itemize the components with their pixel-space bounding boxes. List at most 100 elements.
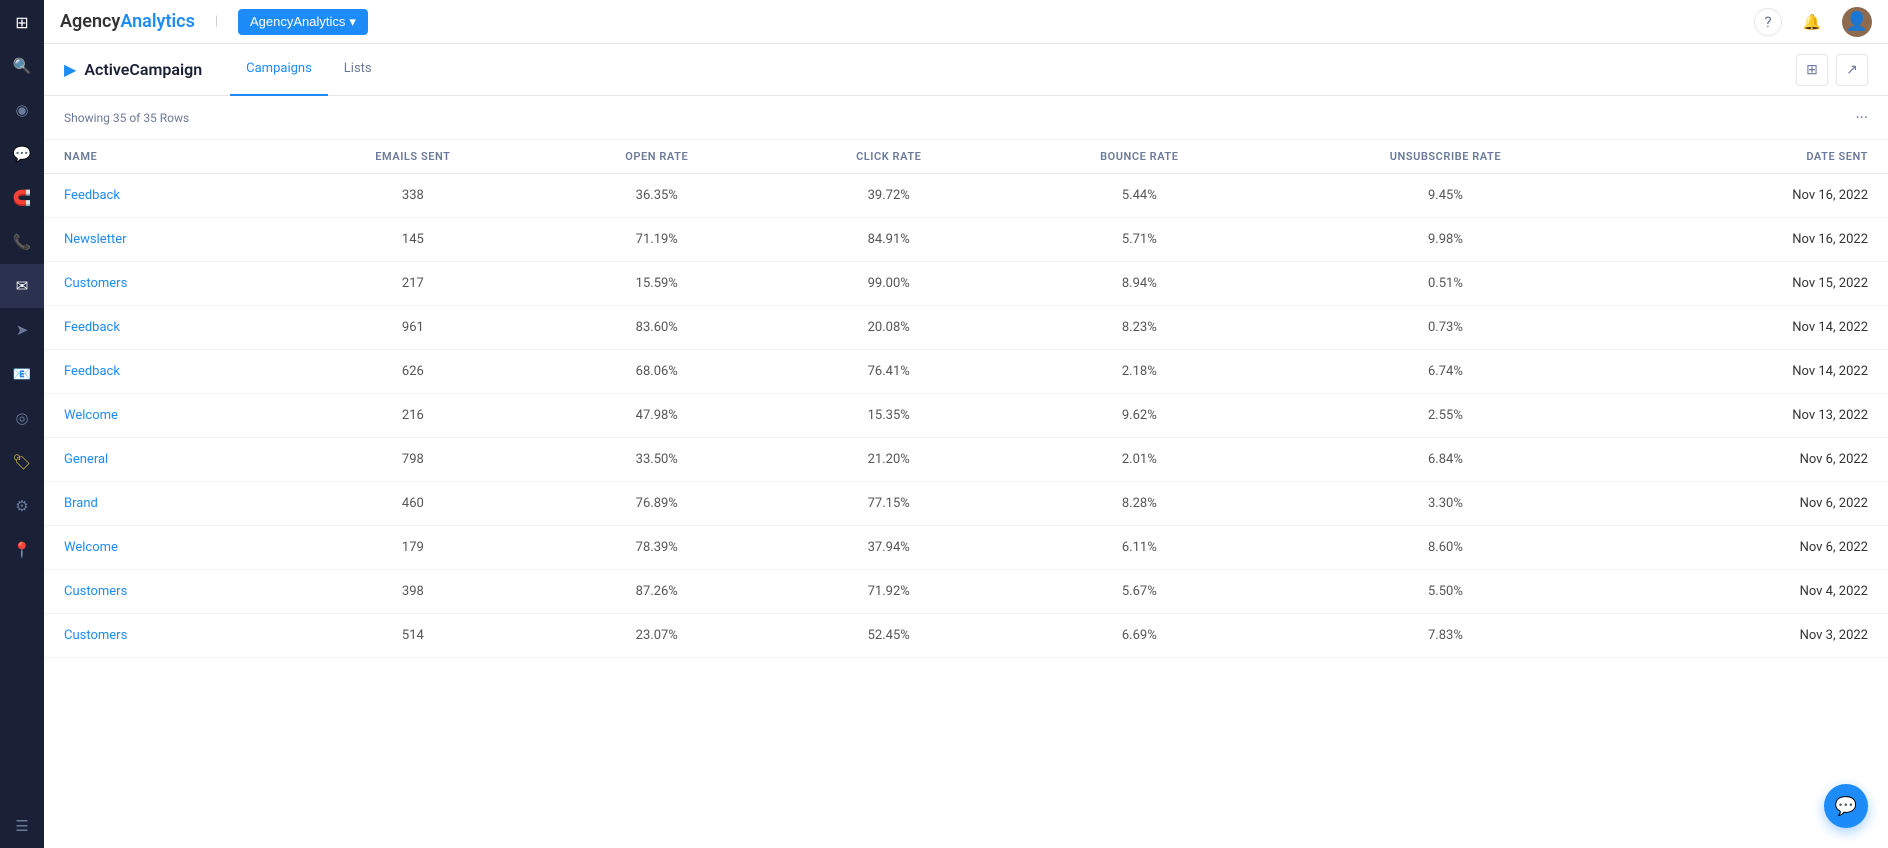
grid-view-button[interactable]: ⊞ <box>1796 54 1828 86</box>
cell-date-sent: Nov 13, 2022 <box>1618 394 1888 438</box>
sidebar-item-phone[interactable]: 📞 <box>0 220 44 264</box>
tab-lists[interactable]: Lists <box>328 44 388 96</box>
cell-open-rate: 23.07% <box>542 614 771 658</box>
table-row: Customers 217 15.59% 99.00% 8.94% 0.51% … <box>44 262 1888 306</box>
sidebar-item-tag[interactable]: 🏷 <box>0 440 44 484</box>
campaign-link[interactable]: Welcome <box>64 540 118 555</box>
campaign-link[interactable]: Customers <box>64 276 127 291</box>
cell-name: Feedback <box>44 306 284 350</box>
sidebar-item-search[interactable]: 🔍 <box>0 44 44 88</box>
cell-unsubscribe-rate: 3.30% <box>1272 482 1618 526</box>
cell-click-rate: 39.72% <box>771 174 1006 218</box>
sidebar-item-dashboard[interactable]: ◉ <box>0 88 44 132</box>
cell-bounce-rate: 5.44% <box>1006 174 1272 218</box>
cell-unsubscribe-rate: 9.45% <box>1272 174 1618 218</box>
top-header: AgencyAnalytics | AgencyAnalytics ▾ ? 🔔 … <box>44 0 1888 44</box>
cell-date-sent: Nov 14, 2022 <box>1618 350 1888 394</box>
table-row: Feedback 961 83.60% 20.08% 8.23% 0.73% N… <box>44 306 1888 350</box>
cell-date-sent: Nov 6, 2022 <box>1618 526 1888 570</box>
col-name: NAME <box>44 140 284 174</box>
avatar[interactable]: 👤 <box>1842 7 1872 37</box>
cell-name: Customers <box>44 614 284 658</box>
cell-emails-sent: 216 <box>284 394 543 438</box>
table-row: Welcome 216 47.98% 15.35% 9.62% 2.55% No… <box>44 394 1888 438</box>
campaign-link[interactable]: Feedback <box>64 320 120 335</box>
page-header-left: ▶ ActiveCampaign Campaigns Lists <box>64 44 388 96</box>
table-header-bar: Showing 35 of 35 Rows ··· <box>44 96 1888 140</box>
cell-unsubscribe-rate: 5.50% <box>1272 570 1618 614</box>
cell-open-rate: 83.60% <box>542 306 771 350</box>
cell-bounce-rate: 5.71% <box>1006 218 1272 262</box>
cell-date-sent: Nov 14, 2022 <box>1618 306 1888 350</box>
campaign-link[interactable]: General <box>64 452 108 467</box>
sidebar-item-menu[interactable]: ☰ <box>0 804 44 848</box>
cell-bounce-rate: 6.69% <box>1006 614 1272 658</box>
campaign-link[interactable]: Welcome <box>64 408 118 423</box>
cell-bounce-rate: 8.94% <box>1006 262 1272 306</box>
cell-name: General <box>44 438 284 482</box>
share-button[interactable]: ↗ <box>1836 54 1868 86</box>
header-left: AgencyAnalytics | AgencyAnalytics ▾ <box>60 9 368 35</box>
cell-date-sent: Nov 16, 2022 <box>1618 174 1888 218</box>
col-open-rate: OPEN RATE <box>542 140 771 174</box>
cell-click-rate: 84.91% <box>771 218 1006 262</box>
cell-name: Welcome <box>44 394 284 438</box>
agency-selector-button[interactable]: AgencyAnalytics ▾ <box>238 9 368 35</box>
sidebar: ⊞ 🔍 ◉ 💬 🧲 📞 ✉ ➤ 📧 ◎ 🏷 ⚙ 📍 ☰ <box>0 0 44 848</box>
page-header: ▶ ActiveCampaign Campaigns Lists ⊞ ↗ <box>44 44 1888 96</box>
cell-name: Feedback <box>44 350 284 394</box>
sidebar-item-location[interactable]: 📍 <box>0 528 44 572</box>
sidebar-item-integrations[interactable]: ⚙ <box>0 484 44 528</box>
sidebar-item-leads[interactable]: 🧲 <box>0 176 44 220</box>
cell-click-rate: 99.00% <box>771 262 1006 306</box>
col-bounce-rate: BOUNCE RATE <box>1006 140 1272 174</box>
cell-emails-sent: 398 <box>284 570 543 614</box>
cell-unsubscribe-rate: 9.98% <box>1272 218 1618 262</box>
table-row: Feedback 626 68.06% 76.41% 2.18% 6.74% N… <box>44 350 1888 394</box>
cell-click-rate: 52.45% <box>771 614 1006 658</box>
cell-emails-sent: 460 <box>284 482 543 526</box>
more-options-button[interactable]: ··· <box>1855 108 1868 127</box>
cell-emails-sent: 217 <box>284 262 543 306</box>
cell-name: Customers <box>44 262 284 306</box>
page-title-icon: ▶ <box>64 60 76 79</box>
cell-unsubscribe-rate: 2.55% <box>1272 394 1618 438</box>
cell-date-sent: Nov 15, 2022 <box>1618 262 1888 306</box>
campaigns-table: NAME EMAILS SENT OPEN RATE CLICK RATE BO… <box>44 140 1888 658</box>
tab-campaigns[interactable]: Campaigns <box>230 44 328 96</box>
campaign-link[interactable]: Brand <box>64 496 98 511</box>
col-unsubscribe-rate: UNSUBSCRIBE RATE <box>1272 140 1618 174</box>
tabs: Campaigns Lists <box>230 44 388 96</box>
cell-date-sent: Nov 3, 2022 <box>1618 614 1888 658</box>
cell-open-rate: 71.19% <box>542 218 771 262</box>
sidebar-item-arrow[interactable]: ➤ <box>0 308 44 352</box>
campaign-link[interactable]: Customers <box>64 628 127 643</box>
campaign-link[interactable]: Newsletter <box>64 232 127 247</box>
cell-emails-sent: 514 <box>284 614 543 658</box>
table-row: Newsletter 145 71.19% 84.91% 5.71% 9.98%… <box>44 218 1888 262</box>
campaign-link[interactable]: Feedback <box>64 364 120 379</box>
col-date-sent: DATE SENT <box>1618 140 1888 174</box>
cell-open-rate: 47.98% <box>542 394 771 438</box>
sidebar-item-email[interactable]: ✉ <box>0 264 44 308</box>
header-right: ? 🔔 👤 <box>1754 7 1872 37</box>
cell-name: Brand <box>44 482 284 526</box>
table-row: Brand 460 76.89% 77.15% 8.28% 3.30% Nov … <box>44 482 1888 526</box>
help-button[interactable]: ? <box>1754 8 1782 36</box>
cell-name: Welcome <box>44 526 284 570</box>
sidebar-item-analytics[interactable]: ◎ <box>0 396 44 440</box>
grid-icon[interactable]: ⊞ <box>15 13 28 32</box>
campaign-link[interactable]: Customers <box>64 584 127 599</box>
cell-name: Customers <box>44 570 284 614</box>
notifications-button[interactable]: 🔔 <box>1798 8 1826 36</box>
logo-analytics-text: Analytics <box>120 11 195 32</box>
cell-unsubscribe-rate: 0.51% <box>1272 262 1618 306</box>
chat-fab-button[interactable]: 💬 <box>1824 784 1868 828</box>
table-row: Customers 398 87.26% 71.92% 5.67% 5.50% … <box>44 570 1888 614</box>
campaign-link[interactable]: Feedback <box>64 188 120 203</box>
col-emails-sent: EMAILS SENT <box>284 140 543 174</box>
cell-emails-sent: 798 <box>284 438 543 482</box>
sidebar-item-chat[interactable]: 💬 <box>0 132 44 176</box>
sidebar-item-mail[interactable]: 📧 <box>0 352 44 396</box>
table-header-row: NAME EMAILS SENT OPEN RATE CLICK RATE BO… <box>44 140 1888 174</box>
